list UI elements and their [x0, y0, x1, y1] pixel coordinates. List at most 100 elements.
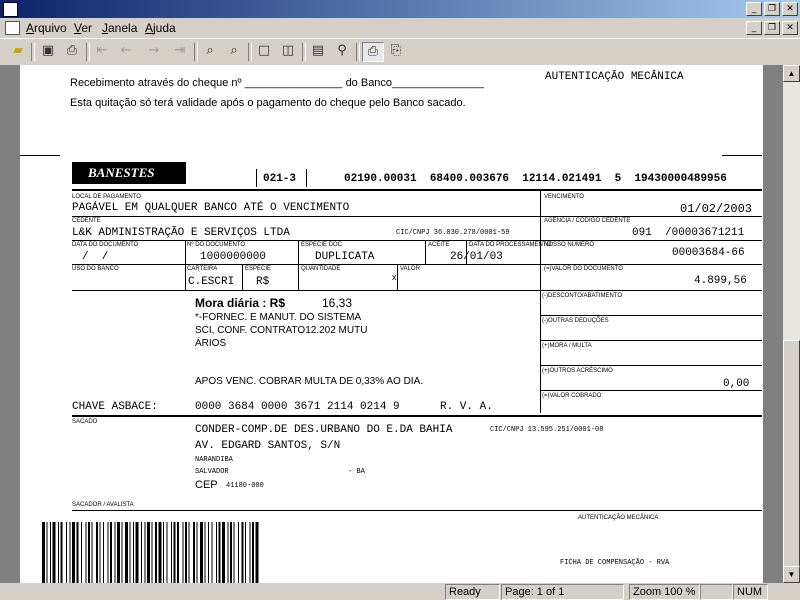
document-value-amount: 4.899,56: [694, 275, 747, 287]
open-folder-icon[interactable]: ▰: [8, 42, 28, 60]
cheque-validity-note: Esta quitação só terá validade após o pa…: [70, 97, 466, 109]
bank-logo: BANESTES: [72, 162, 186, 184]
doc-species-value: DUPLICATA: [315, 251, 375, 263]
print-setup-icon[interactable]: ⎙: [362, 42, 384, 62]
portfolio-label: CARTEIRA: [187, 266, 218, 272]
status-blank: [700, 584, 733, 600]
payer-district: NARANDIBA: [195, 456, 233, 464]
prev-page-icon[interactable]: ←: [116, 42, 136, 60]
rva-mark: R. V. A.: [440, 401, 493, 413]
cedente-value: L&K ADMINISTRAÇÃO E SERVIÇOS LTDA: [72, 227, 290, 239]
one-page-icon[interactable]: □: [254, 42, 274, 60]
cedente-label: CEDENTE: [72, 218, 101, 224]
payer-state: - BA: [348, 468, 365, 476]
asbace-key-label: CHAVE ASBACE:: [72, 401, 158, 413]
bank-use-label: USO DO BANCO: [72, 266, 119, 272]
save-icon[interactable]: ▣: [38, 42, 58, 60]
portfolio-value: C.ESCRI: [188, 276, 235, 288]
last-page-icon[interactable]: ⇥: [170, 42, 190, 60]
processing-date-value: 26/01/03: [450, 251, 503, 263]
next-page-icon[interactable]: →: [144, 42, 164, 60]
cheque-receipt-line: Recebimento através do cheque nº _______…: [70, 77, 484, 89]
vertical-scrollbar[interactable]: ▲ ▼: [783, 65, 800, 583]
zip-value: 41180-000: [226, 482, 264, 490]
boleto-page: Recebimento através do cheque nº _______…: [20, 65, 763, 583]
menu-ajuda[interactable]: Ajuda: [145, 21, 176, 35]
other-deductions-label: (-)OUTRAS DEDUÇÕES: [542, 318, 609, 324]
payer-label: SACADO: [72, 419, 98, 425]
doc-species-label: ESPÉCIE DOC: [301, 242, 343, 248]
doc-date-label: DATA DO DOCUMENTO: [72, 242, 139, 248]
instruction-line-3: ÁRIOS: [195, 338, 227, 349]
status-page: Page: 1 of 1: [501, 584, 624, 600]
title-bar: _ ❐ ✕: [0, 0, 800, 18]
payer-cnpj: CIC/CNPJ 13.595.251/0001-08: [490, 426, 604, 434]
doc-number-value: 1000000000: [200, 251, 267, 263]
restore-button[interactable]: ❐: [764, 2, 780, 16]
bank-code: 021-3: [263, 173, 297, 185]
discount-label: (-)DESCONTO/ABATIMENTO: [542, 293, 623, 299]
instruction-line-2: SCI, CONF. CONTRATO12.202 MUTU: [195, 325, 368, 336]
payer-name: CONDER-COMP.DE DES.URBANO DO E.DA BAHIA: [195, 424, 453, 436]
payer-city: SALVADOR: [195, 468, 229, 476]
zoom-in-icon[interactable]: ⌕: [200, 42, 220, 60]
menu-ver[interactable]: Ver: [74, 21, 92, 35]
clearing-form-label: FICHA DE COMPENSAÇÃO - RVA: [560, 559, 670, 567]
doc-number-label: Nº DO DOCUMENTO: [187, 242, 246, 248]
other-additions-label: (+)OUTROS ACRÉSCIMO: [542, 368, 613, 374]
payer-address: AV. EDGARD SANTOS, S/N: [195, 440, 341, 452]
document-value-label: (=)VALOR DO DOCUMENTO: [544, 266, 623, 272]
cedente-cnpj: CIC/CNPJ 36.030.278/0001-59: [396, 229, 510, 237]
guarantor-label: SACADOR / AVALISTA: [72, 502, 134, 508]
due-date-label: VENCIMENTO: [544, 194, 584, 200]
value-mark: x: [392, 272, 397, 282]
menu-bar: Arquivo Ver Janela Ajuda _ ❐ ✕: [0, 18, 800, 38]
doc-minimize-button[interactable]: _: [746, 21, 762, 35]
digitable-line: 02190.00031 68400.003676 12114.021491 5 …: [344, 173, 727, 185]
page-setup-icon[interactable]: ▤: [308, 42, 328, 60]
export-icon[interactable]: ⎘: [386, 42, 406, 60]
scroll-up-button[interactable]: ▲: [783, 65, 800, 82]
zoom-out-icon[interactable]: ⌕: [224, 42, 244, 60]
scroll-thumb[interactable]: [783, 340, 800, 572]
print-icon[interactable]: ⎙: [62, 42, 82, 60]
footer-auth-label: AUTENTICAÇÃO MECÂNICA: [578, 515, 659, 521]
scroll-down-button[interactable]: ▼: [783, 566, 800, 583]
doc-restore-button[interactable]: ❐: [764, 21, 780, 35]
status-bar: Ready Page: 1 of 1 Zoom 100 % NUM: [0, 583, 800, 600]
first-page-icon[interactable]: ⇤: [92, 42, 112, 60]
quantity-label: QUANTIDADE: [301, 266, 341, 272]
document-icon[interactable]: [3, 2, 18, 17]
menu-arquivo[interactable]: Arquivo: [26, 21, 67, 35]
instruction-line-1: *-FORNEC. E MANUT. DO SISTEMA: [195, 312, 362, 323]
zip-label: CEP: [195, 479, 218, 491]
processing-date-label: DATA DO PROCESSAMENTO: [469, 242, 552, 248]
payment-place-label: LOCAL DE PAGAMENTO: [72, 194, 141, 200]
minimize-button[interactable]: _: [746, 2, 762, 16]
document-menu-icon[interactable]: [5, 21, 20, 35]
agency-value: 091 /00003671211: [632, 227, 745, 239]
mechanical-auth-title: AUTENTICAÇÃO MECÂNICA: [545, 71, 684, 83]
interest-label: (+)MORA / MULTA: [542, 343, 592, 349]
currency-species-label: ESPÉCIE: [245, 266, 272, 272]
asbace-key-value: 0000 3684 0000 3671 2114 0214 9: [195, 401, 400, 413]
daily-interest-label: Mora diária : R$: [195, 296, 286, 310]
due-date-value: 01/02/2003: [680, 202, 753, 216]
status-ready: Ready: [445, 584, 500, 600]
our-number-label: NOSSO NÚMERO: [544, 242, 595, 248]
find-icon[interactable]: ⚲: [332, 42, 352, 60]
close-button[interactable]: ✕: [782, 2, 798, 16]
doc-date-value: / /: [82, 251, 109, 263]
value-label: VALOR: [400, 266, 420, 272]
status-num: NUM: [733, 584, 768, 600]
doc-close-button[interactable]: ✕: [782, 21, 798, 35]
currency-species-value: R$: [256, 276, 270, 288]
accept-label: ACEITE: [428, 242, 450, 248]
daily-interest-value: 16,33: [322, 296, 353, 310]
two-page-icon[interactable]: ◫: [278, 42, 298, 60]
menu-janela[interactable]: Janela: [102, 21, 137, 35]
payment-place-value: PAGÁVEL EM QUALQUER BANCO ATÉ O VENCIMEN…: [72, 202, 350, 214]
status-zoom: Zoom 100 %: [629, 584, 700, 600]
document-viewport[interactable]: Recebimento através do cheque nº _______…: [0, 65, 783, 583]
instruction-line-4: APOS VENC. COBRAR MULTA DE 0,33% AO DIA.: [195, 376, 424, 387]
